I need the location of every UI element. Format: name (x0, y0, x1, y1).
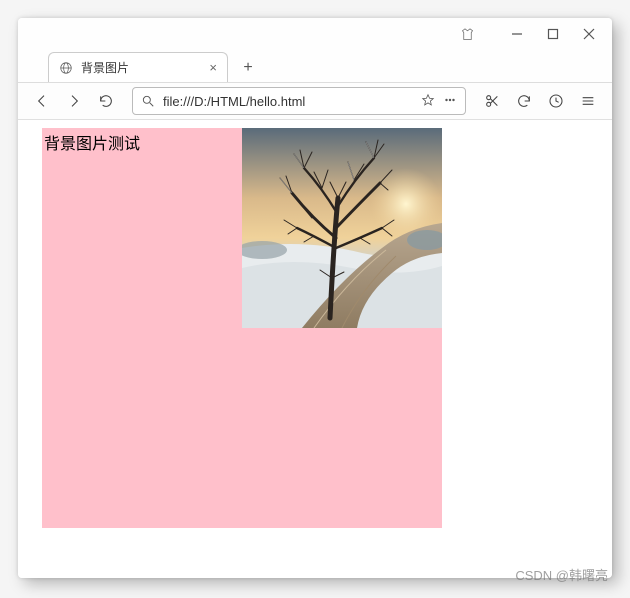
demo-heading: 背景图片测试 (42, 128, 442, 156)
menu-icon[interactable] (574, 87, 602, 115)
tab-title: 背景图片 (81, 59, 129, 76)
back-button[interactable] (28, 87, 56, 115)
globe-icon (59, 61, 73, 75)
background-image (242, 128, 442, 328)
undo-icon[interactable] (510, 87, 538, 115)
search-icon (141, 94, 155, 108)
reload-button[interactable] (92, 87, 120, 115)
demo-box: 背景图片测试 (42, 128, 442, 528)
close-button[interactable] (572, 20, 606, 48)
forward-button[interactable] (60, 87, 88, 115)
page-content: 背景图片测试 (18, 120, 612, 578)
toolbar: file:///D:/HTML/hello.html (18, 82, 612, 120)
tab-close-icon[interactable]: × (209, 60, 217, 75)
address-bar[interactable]: file:///D:/HTML/hello.html (132, 87, 466, 115)
tab-strip: 背景图片 × + (18, 50, 612, 82)
history-icon[interactable] (542, 87, 570, 115)
minimize-button[interactable] (500, 20, 534, 48)
browser-tab[interactable]: 背景图片 × (48, 52, 228, 82)
scissors-icon[interactable] (478, 87, 506, 115)
maximize-button[interactable] (536, 20, 570, 48)
site-menu-icon[interactable] (443, 93, 457, 110)
new-tab-button[interactable]: + (234, 54, 262, 82)
url-text: file:///D:/HTML/hello.html (163, 94, 413, 109)
bookmark-icon[interactable] (421, 93, 435, 110)
browser-window: 背景图片 × + file:///D:/HTML/hello.html (18, 18, 612, 578)
extensions-icon[interactable] (450, 20, 484, 48)
window-titlebar (18, 18, 612, 50)
